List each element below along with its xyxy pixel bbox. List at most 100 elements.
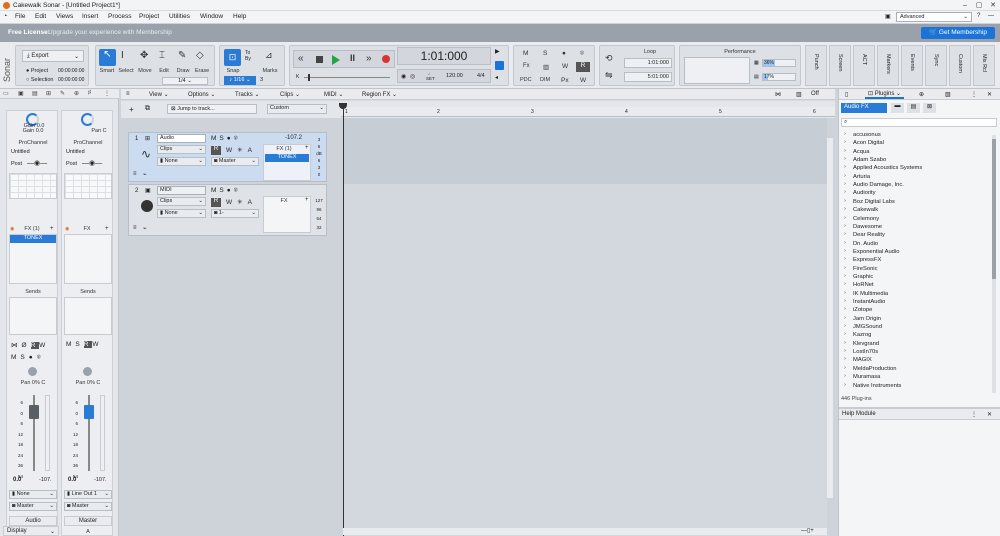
help-menu-icon[interactable]: ⋮: [971, 411, 977, 418]
waveform-icon[interactable]: W: [580, 77, 586, 84]
write-icon[interactable]: W: [226, 199, 237, 206]
menu-insert[interactable]: Insert: [82, 13, 98, 20]
time-display[interactable]: 1:01:000: [397, 47, 491, 65]
erase-tool-icon[interactable]: ◇: [196, 50, 204, 61]
now-time-cursor[interactable]: [343, 108, 344, 536]
eq-graph[interactable]: [9, 173, 57, 199]
track-fx-bin[interactable]: FX (1) + TONEX: [263, 144, 311, 181]
pause-icon[interactable]: II: [350, 53, 355, 63]
plugin-vendor-item[interactable]: › LostIn70s: [839, 348, 989, 357]
fx-add-icon[interactable]: +: [305, 145, 309, 151]
minimize-panel-icon[interactable]: —: [988, 13, 994, 19]
record-icon[interactable]: [382, 55, 390, 63]
volume-fader-handle[interactable]: [29, 405, 39, 419]
close-icon[interactable]: ✕: [986, 0, 1000, 11]
tempo-value[interactable]: 120.00: [446, 73, 463, 79]
now-slider[interactable]: K: [296, 74, 392, 81]
menu-views[interactable]: Views: [56, 13, 73, 20]
help-icon[interactable]: ?: [977, 13, 980, 19]
read-icon[interactable]: R: [576, 62, 590, 72]
category-regionfx-icon[interactable]: ⊠: [923, 103, 936, 113]
input-select[interactable]: ▮ Line Out 1 ⌄: [64, 490, 112, 499]
draw-tool-icon[interactable]: ✎: [178, 50, 186, 61]
write-icon[interactable]: W: [226, 147, 237, 154]
project-option[interactable]: ● Project: [26, 68, 48, 74]
input-echo-icon[interactable]: ⌾: [580, 50, 584, 58]
plugins-tab[interactable]: ⊡ Plugins ⌄: [865, 90, 905, 99]
loop-toggle-icon[interactable]: [495, 61, 504, 70]
fx-plugin-tonex[interactable]: TONEX: [10, 235, 56, 243]
archive-icon[interactable]: A: [248, 199, 257, 206]
prochannel-preset[interactable]: Untitled: [66, 149, 85, 155]
rack-sync[interactable]: Sync: [925, 45, 947, 86]
track-name-field[interactable]: MIDI: [157, 186, 206, 195]
punch-loop-icon[interactable]: ⇋: [605, 70, 613, 81]
timeline-ruler[interactable]: 1 2 3 4 5 6: [341, 107, 835, 117]
mute-icon[interactable]: M: [11, 354, 20, 361]
time-signature[interactable]: 4/4: [477, 73, 485, 79]
menu-process[interactable]: Process: [108, 13, 131, 20]
rewind-icon[interactable]: «: [298, 53, 304, 64]
menu-project[interactable]: Project: [139, 13, 159, 20]
rack-mix-recall[interactable]: Mix Rcl: [973, 45, 995, 86]
rack-markers[interactable]: Markers: [877, 45, 899, 86]
volume-fader-handle[interactable]: [84, 405, 94, 419]
pan-knob-top[interactable]: [81, 113, 94, 126]
media-tab-icon[interactable]: ▯: [845, 91, 848, 98]
horizontal-scrollbar[interactable]: [343, 528, 827, 535]
echo-icon[interactable]: ⌾: [37, 354, 45, 361]
inspector-tab-clip-icon[interactable]: ▤: [32, 90, 38, 97]
rack-custom[interactable]: Custom: [949, 45, 971, 86]
track-fx-plugin-tonex[interactable]: TONEX: [265, 154, 309, 162]
rack-act[interactable]: ACT: [853, 45, 875, 86]
plugin-vendor-item[interactable]: › Muramasa: [839, 373, 989, 382]
plugin-vendor-item[interactable]: › MAGIX: [839, 356, 989, 365]
mute-icon[interactable]: M: [66, 341, 75, 348]
menu-window[interactable]: Window: [200, 13, 223, 20]
strip-name[interactable]: Audio: [9, 516, 57, 526]
dim-icon[interactable]: DIM: [540, 77, 550, 83]
inspector-tab-notes-icon[interactable]: ✎: [60, 90, 65, 97]
maximize-icon[interactable]: ▢: [972, 0, 986, 11]
fast-forward-icon[interactable]: »: [366, 53, 372, 64]
prochannel-label[interactable]: ProChannel: [7, 140, 59, 146]
eq-graph[interactable]: [64, 173, 112, 199]
fx-power-icon[interactable]: ◉: [65, 226, 69, 232]
loop-icon[interactable]: ⟲: [605, 53, 613, 64]
prochannel-preset[interactable]: Untitled: [11, 149, 30, 155]
track-1[interactable]: 1 ⊞ Audio MS●⌾ -107.2 ∿ Clips ⌄ ▮ None ⌄ R…: [128, 132, 327, 182]
plugin-vendor-item[interactable]: › Acqua: [839, 148, 989, 157]
menu-file[interactable]: File: [15, 13, 25, 20]
px-icon[interactable]: Px: [561, 77, 569, 84]
plugin-vendor-item[interactable]: › Dn. Audio: [839, 240, 989, 249]
jump-to-track-button[interactable]: ⊠ Jump to track...: [167, 104, 257, 114]
now-slider-thumb[interactable]: [308, 74, 310, 81]
plugin-vendor-item[interactable]: › iZotope: [839, 306, 989, 315]
plugin-vendor-item[interactable]: › Dear Reality: [839, 231, 989, 240]
fx-add-icon[interactable]: +: [50, 226, 54, 232]
loop-end-field[interactable]: 5:01:000: [624, 72, 672, 82]
set-tempo-button[interactable]: ♩ SET: [426, 71, 435, 81]
metronome-icon[interactable]: ◉: [401, 73, 406, 80]
category-audio-fx[interactable]: Audio FX: [841, 103, 887, 113]
loop-start-field[interactable]: 1:01:000: [624, 58, 672, 68]
plugin-vendor-item[interactable]: › Dawesome: [839, 223, 989, 232]
volume-value[interactable]: 0.0: [68, 477, 76, 483]
vertical-scrollbar[interactable]: [827, 138, 833, 498]
license-message[interactable]: Upgrade your experience with Membership: [48, 29, 172, 36]
plugin-vendor-item[interactable]: › Acon Digital: [839, 139, 989, 148]
solo-icon[interactable]: S: [20, 354, 28, 361]
browser-menu-icon[interactable]: ⋮: [971, 91, 977, 98]
app-menu-icon[interactable]: ◔: [3, 13, 11, 21]
plugin-vendor-item[interactable]: › Arturia: [839, 173, 989, 182]
output-select[interactable]: ◙ 1- ⌄: [211, 209, 259, 218]
solo-all-icon[interactable]: S: [543, 50, 547, 57]
volume-value[interactable]: 0.0: [13, 477, 21, 483]
output-select[interactable]: ◙ Master ⌄: [211, 157, 259, 166]
inspector-tab-arranger-icon[interactable]: ⊞: [46, 90, 51, 97]
plugin-vendor-item[interactable]: › HoRNet: [839, 281, 989, 290]
plugin-vendor-item[interactable]: › Native Instruments: [839, 382, 989, 391]
plugin-vendor-item[interactable]: › Cakewalk: [839, 206, 989, 215]
fx-bin[interactable]: TONEX: [9, 234, 57, 284]
plugin-vendor-item[interactable]: › accusonus: [839, 131, 989, 140]
